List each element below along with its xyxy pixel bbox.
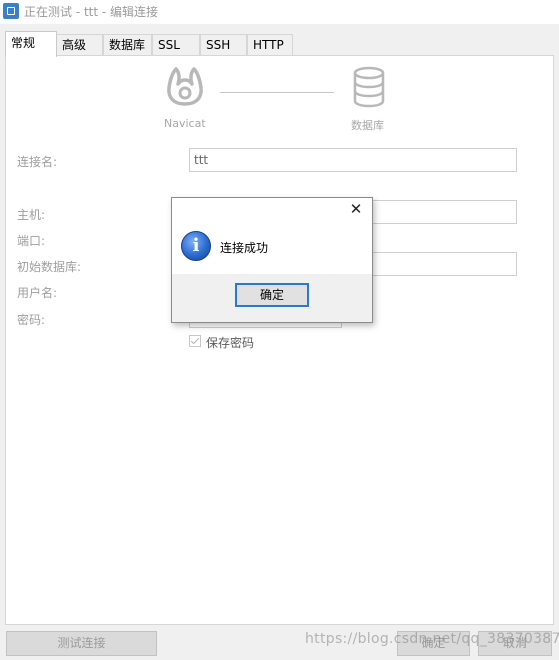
dialog-body: i 连接成功 xyxy=(172,223,372,274)
window-title: 正在测试 - ttt - 编辑连接 xyxy=(24,5,159,19)
tab-http[interactable]: HTTP xyxy=(247,34,293,55)
tab-advanced[interactable]: 高级 xyxy=(56,34,103,55)
dialog-message: 连接成功 xyxy=(220,241,269,255)
window-titlebar: 正在测试 - ttt - 编辑连接 xyxy=(0,0,559,24)
port-label: 端口: xyxy=(17,234,46,248)
conn-name-label: 连接名: xyxy=(17,155,58,169)
navicat-app-icon xyxy=(3,3,19,19)
dialog-titlebar: ✕ xyxy=(172,198,372,223)
username-label: 用户名: xyxy=(17,286,58,300)
initial-db-label: 初始数据库: xyxy=(17,260,82,274)
message-dialog: ✕ i 连接成功 确定 xyxy=(171,197,373,323)
conn-name-input[interactable]: ttt xyxy=(189,148,517,172)
general-panel xyxy=(5,55,554,625)
database-icon xyxy=(353,66,385,108)
tab-ssh[interactable]: SSH xyxy=(200,34,247,55)
close-icon[interactable]: ✕ xyxy=(346,199,366,219)
test-connection-button[interactable]: 测试连接 xyxy=(6,631,157,656)
tab-ssl[interactable]: SSL xyxy=(152,34,200,55)
database-label: 数据库 xyxy=(351,119,384,132)
dialog-ok-button[interactable]: 确定 xyxy=(235,283,309,307)
tab-databases[interactable]: 数据库 xyxy=(103,34,152,55)
host-label: 主机: xyxy=(17,208,46,222)
save-password-checkbox[interactable] xyxy=(189,335,201,347)
navicat-label: Navicat xyxy=(164,117,206,130)
save-password-label: 保存密码 xyxy=(206,336,255,350)
tab-general[interactable]: 常规 xyxy=(5,31,57,57)
connection-line xyxy=(220,92,334,93)
navicat-logo-icon xyxy=(167,67,203,106)
info-icon: i xyxy=(181,231,211,261)
password-label: 密码: xyxy=(17,313,46,327)
watermark-text: https://blog.csdn.net/qq_38370387 xyxy=(305,631,559,647)
